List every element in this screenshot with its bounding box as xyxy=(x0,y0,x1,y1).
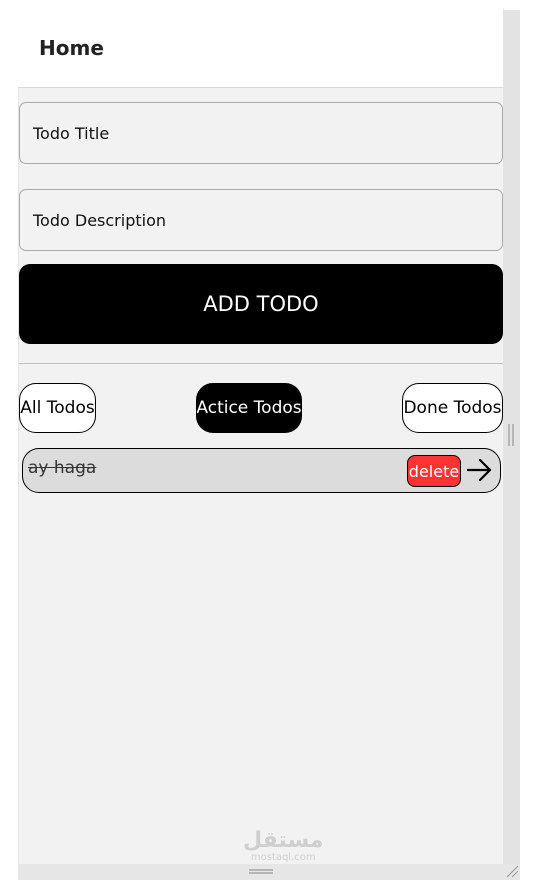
todo-title: ay haga xyxy=(28,458,97,478)
resize-grip-icon[interactable] xyxy=(249,869,273,874)
filter-active-todos-button[interactable]: Actice Todos xyxy=(196,383,302,433)
filter-done-todos-button[interactable]: Done Todos xyxy=(402,383,503,433)
resize-corner-icon[interactable] xyxy=(505,864,519,878)
app-header: Home xyxy=(18,8,503,88)
arrow-right-icon[interactable] xyxy=(467,458,493,482)
watermark-arabic-text: مستقل xyxy=(243,828,324,853)
watermark-latin-text: mostaql.com xyxy=(250,852,316,863)
page-title: Home xyxy=(39,36,104,60)
filter-all-todos-button[interactable]: All Todos xyxy=(19,383,96,433)
scrollbar-grip-icon[interactable] xyxy=(508,424,514,446)
todo-title-input[interactable] xyxy=(19,102,503,164)
watermark-logo: مستقل mostaql.com xyxy=(243,830,323,864)
add-todo-button[interactable]: ADD TODO xyxy=(19,264,503,344)
todo-list-item[interactable]: ay haga delete xyxy=(22,448,501,493)
delete-todo-button[interactable]: delete xyxy=(407,455,461,487)
todo-description-input[interactable] xyxy=(19,189,503,251)
divider xyxy=(19,363,503,364)
